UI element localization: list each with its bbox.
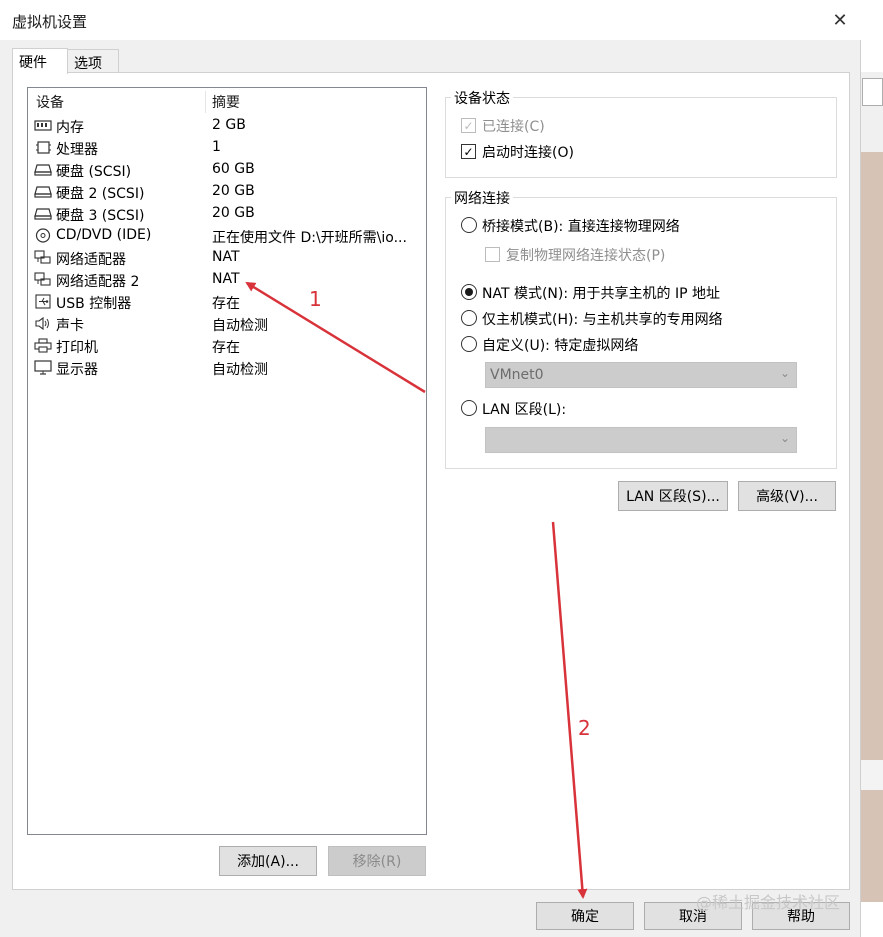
replicate-state-checkbox[interactable] — [485, 247, 500, 262]
printer-icon — [34, 338, 52, 353]
network-adapter-icon — [34, 250, 51, 264]
checkmark-icon: ✓ — [463, 118, 474, 133]
connected-label: 已连接(C) — [482, 119, 545, 135]
device-summary: 1 — [212, 139, 221, 155]
disk-icon — [34, 164, 52, 176]
device-name: 处理器 — [56, 142, 98, 158]
device-name: 内存 — [56, 120, 84, 136]
device-row-memory[interactable]: 内存 2 GB — [32, 115, 426, 137]
device-summary: 正在使用文件 D:\开班所需\io... — [212, 230, 407, 246]
vm-settings-dialog: 虚拟机设置 ✕ 硬件 选项 设备 摘要 内存 2 GB 处理器 1 硬盘 (SC… — [0, 0, 861, 937]
background-field — [862, 78, 883, 106]
bridged-radio[interactable] — [461, 217, 477, 233]
connect-at-power-on-label: 启动时连接(O) — [482, 145, 574, 161]
lan-segment-radio[interactable] — [461, 400, 477, 416]
advanced-button[interactable]: 高级(V)... — [738, 481, 836, 511]
window-title: 虚拟机设置 — [12, 13, 88, 31]
chevron-down-icon: ⌄ — [779, 366, 790, 380]
device-summary: NAT — [212, 249, 240, 265]
device-name: 硬盘 2 (SCSI) — [56, 186, 145, 202]
device-row-disk-2[interactable]: 硬盘 2 (SCSI) 20 GB — [32, 181, 426, 203]
device-name: 声卡 — [56, 318, 84, 334]
device-row-processor[interactable]: 处理器 1 — [32, 137, 426, 159]
background-bar — [860, 760, 883, 790]
device-row-cd-dvd[interactable]: CD/DVD (IDE) 正在使用文件 D:\开班所需\io... — [32, 225, 426, 247]
watermark: @稀土掘金技术社区 — [696, 893, 841, 912]
ok-button[interactable]: 确定 — [536, 902, 634, 930]
monitor-icon — [34, 360, 52, 375]
device-summary: NAT — [212, 271, 240, 287]
device-list[interactable]: 设备 摘要 内存 2 GB 处理器 1 硬盘 (SCSI) 60 GB 硬盘 2… — [27, 87, 427, 835]
device-row-network-adapter[interactable]: 网络适配器 NAT — [32, 247, 426, 269]
replicate-state-label: 复制物理网络连接状态(P) — [506, 248, 666, 264]
device-status-group — [445, 97, 837, 178]
disk-icon — [34, 186, 52, 198]
device-name: 打印机 — [56, 340, 98, 356]
remove-device-button[interactable]: 移除(R) — [328, 846, 426, 876]
close-icon: ✕ — [832, 9, 848, 31]
cpu-icon — [36, 141, 51, 154]
lan-segment-label: LAN 区段(L): — [482, 402, 567, 418]
annotation-marker-2: 2 — [578, 716, 591, 740]
bridged-label: 桥接模式(B): 直接连接物理网络 — [482, 219, 680, 235]
device-row-sound-card[interactable]: 声卡 自动检测 — [32, 313, 426, 335]
column-header-device[interactable]: 设备 — [36, 92, 64, 112]
background-window — [860, 0, 883, 937]
device-name: 硬盘 3 (SCSI) — [56, 208, 145, 224]
connected-checkbox[interactable]: ✓ — [461, 118, 476, 133]
nat-label: NAT 模式(N): 用于共享主机的 IP 地址 — [482, 286, 720, 302]
device-row-usb[interactable]: USB 控制器 存在 — [32, 291, 426, 313]
title-bar[interactable]: 虚拟机设置 ✕ — [0, 0, 861, 40]
device-row-disk-1[interactable]: 硬盘 (SCSI) 60 GB — [32, 159, 426, 181]
memory-icon — [34, 120, 52, 131]
network-adapter-icon — [34, 272, 51, 286]
device-row-printer[interactable]: 打印机 存在 — [32, 335, 426, 357]
nat-radio[interactable] — [461, 284, 477, 300]
device-summary: 20 GB — [212, 183, 255, 199]
device-summary: 自动检测 — [212, 318, 268, 334]
tab-hardware[interactable]: 硬件 — [12, 48, 68, 74]
device-name: USB 控制器 — [56, 296, 132, 312]
close-button[interactable]: ✕ — [822, 6, 858, 34]
device-summary: 自动检测 — [212, 362, 268, 378]
column-header-summary[interactable]: 摘要 — [212, 92, 240, 112]
device-name: 网络适配器 2 — [56, 274, 140, 290]
column-separator[interactable] — [205, 91, 206, 113]
custom-label: 自定义(U): 特定虚拟网络 — [482, 338, 639, 354]
cd-icon — [35, 228, 51, 243]
host-only-label: 仅主机模式(H): 与主机共享的专用网络 — [482, 312, 723, 328]
checkmark-icon: ✓ — [463, 144, 474, 159]
lan-segments-button[interactable]: LAN 区段(S)... — [618, 481, 728, 511]
device-name: 网络适配器 — [56, 252, 126, 268]
device-row-disk-3[interactable]: 硬盘 3 (SCSI) 20 GB — [32, 203, 426, 225]
custom-network-select[interactable]: VMnet0 ⌄ — [485, 362, 797, 388]
speaker-icon — [35, 316, 49, 331]
connect-at-power-on-checkbox[interactable]: ✓ — [461, 144, 476, 159]
device-row-network-adapter-2[interactable]: 网络适配器 2 NAT — [32, 269, 426, 291]
device-summary: 20 GB — [212, 205, 255, 221]
device-name: 硬盘 (SCSI) — [56, 164, 132, 180]
device-row-display[interactable]: 显示器 自动检测 — [32, 357, 426, 379]
custom-radio[interactable] — [461, 336, 477, 352]
annotation-marker-1: 1 — [309, 287, 322, 311]
device-name: 显示器 — [56, 362, 98, 378]
device-summary: 60 GB — [212, 161, 255, 177]
tab-options[interactable]: 选项 — [67, 49, 119, 73]
lan-segment-select[interactable]: ⌄ — [485, 427, 797, 453]
chevron-down-icon: ⌄ — [779, 431, 790, 445]
add-device-button[interactable]: 添加(A)... — [219, 846, 317, 876]
radio-selected-dot — [465, 288, 473, 296]
device-summary: 存在 — [212, 340, 240, 356]
usb-icon — [35, 294, 51, 309]
device-summary: 2 GB — [212, 117, 246, 133]
host-only-radio[interactable] — [461, 310, 477, 326]
network-connection-title: 网络连接 — [451, 188, 513, 208]
device-status-title: 设备状态 — [451, 88, 513, 108]
custom-network-value: VMnet0 — [490, 367, 544, 383]
device-name: CD/DVD (IDE) — [56, 227, 152, 243]
disk-icon — [34, 208, 52, 220]
